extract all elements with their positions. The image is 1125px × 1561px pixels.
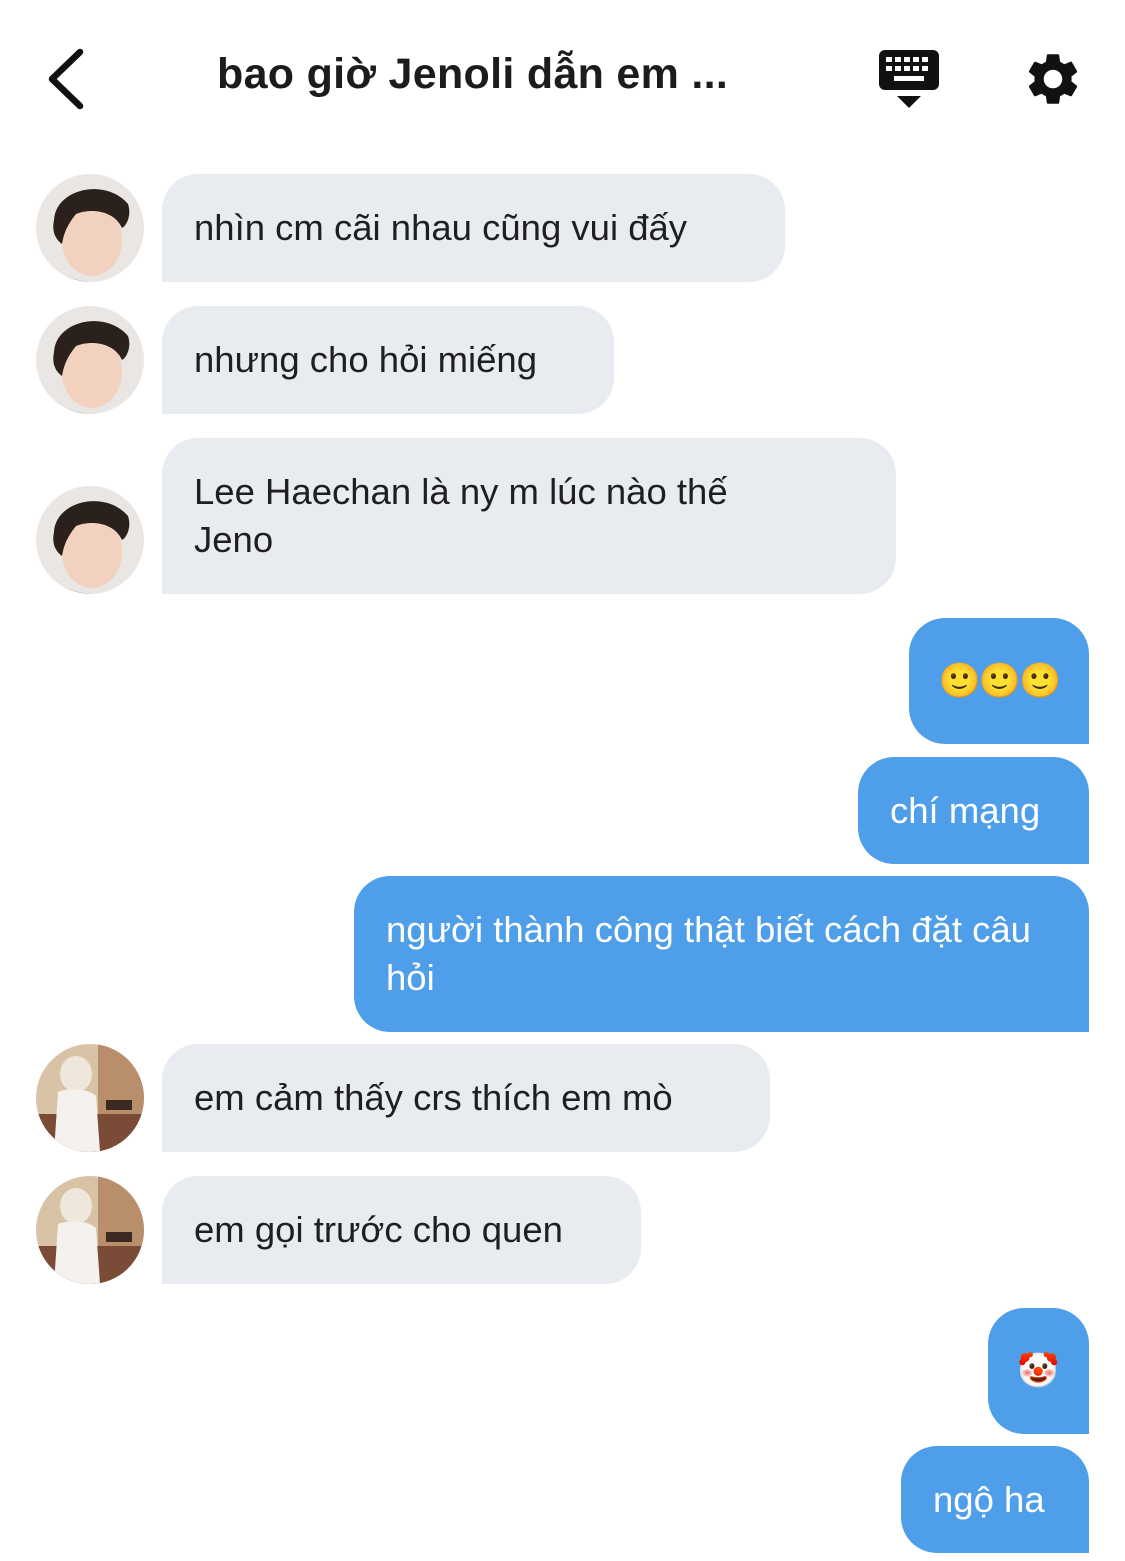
avatar-photo	[36, 306, 144, 414]
chat-header: bao giờ Jenoli dẫn em ...	[0, 0, 1125, 150]
message-bubble-incoming[interactable]: nhưng cho hỏi miếng	[162, 306, 614, 414]
avatar-photo	[36, 486, 144, 594]
message-bubble-incoming[interactable]: nhìn cm cãi nhau cũng vui đấy	[162, 174, 785, 282]
message-text: 🙂🙂🙂	[938, 662, 1061, 700]
message-bubble-incoming[interactable]: em gọi trước cho quen	[162, 1176, 641, 1284]
message-text: người thành công thật biết cách đặt câu …	[386, 909, 1031, 998]
avatar[interactable]	[36, 486, 144, 594]
keyboard-icon	[879, 50, 939, 108]
message-text: nhìn cm cãi nhau cũng vui đấy	[194, 207, 688, 248]
keyboard-toggle-button[interactable]	[877, 46, 941, 112]
message-text: em cảm thấy crs thích em mò	[194, 1077, 673, 1118]
message-text: ngộ ha	[933, 1478, 1045, 1520]
message-text: Lee Haechan là ny m lúc nào thế Jeno	[194, 471, 728, 560]
avatar-photo	[36, 1176, 144, 1284]
avatar-photo	[36, 174, 144, 282]
message-bubble-incoming[interactable]: Lee Haechan là ny m lúc nào thế Jeno	[162, 438, 896, 594]
message-bubble-outgoing[interactable]: ngộ ha	[901, 1446, 1089, 1553]
message-bubble-incoming[interactable]: em cảm thấy crs thích em mò	[162, 1044, 770, 1152]
back-button[interactable]	[40, 44, 100, 114]
gear-icon	[1028, 54, 1078, 104]
message-text: chí mạng	[890, 789, 1041, 831]
message-bubble-outgoing[interactable]: người thành công thật biết cách đặt câu …	[354, 876, 1089, 1032]
message-bubble-outgoing[interactable]: chí mạng	[858, 757, 1089, 864]
avatar[interactable]	[36, 174, 144, 282]
avatar[interactable]	[36, 1176, 144, 1284]
message-bubble-outgoing[interactable]: 🤡	[988, 1308, 1089, 1434]
message-text: nhưng cho hỏi miếng	[194, 339, 538, 380]
message-text: 🤡	[1017, 1352, 1060, 1390]
chevron-left-icon	[48, 48, 84, 110]
settings-button[interactable]	[1022, 48, 1084, 110]
message-text: em gọi trước cho quen	[194, 1209, 563, 1250]
avatar[interactable]	[36, 1044, 144, 1152]
chat-title[interactable]: bao giờ Jenoli dẫn em ...	[217, 50, 817, 99]
avatar[interactable]	[36, 306, 144, 414]
message-bubble-outgoing[interactable]: 🙂🙂🙂	[909, 618, 1089, 744]
avatar-photo	[36, 1044, 144, 1152]
